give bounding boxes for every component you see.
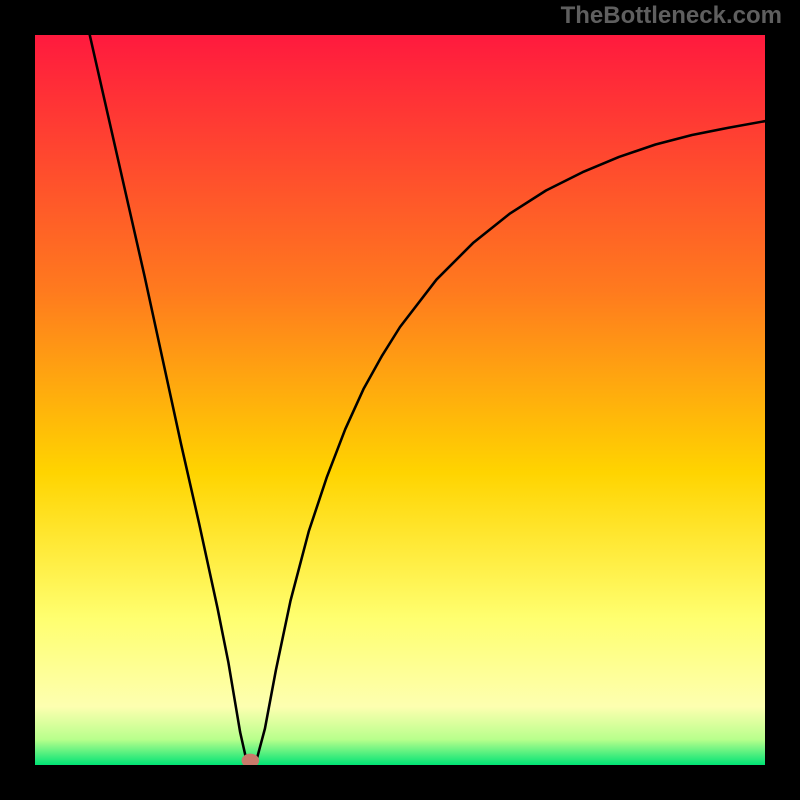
plot-area (35, 35, 765, 765)
watermark-text: TheBottleneck.com (561, 2, 782, 30)
chart-frame: TheBottleneck.com (0, 0, 800, 800)
plot-svg (35, 35, 765, 765)
